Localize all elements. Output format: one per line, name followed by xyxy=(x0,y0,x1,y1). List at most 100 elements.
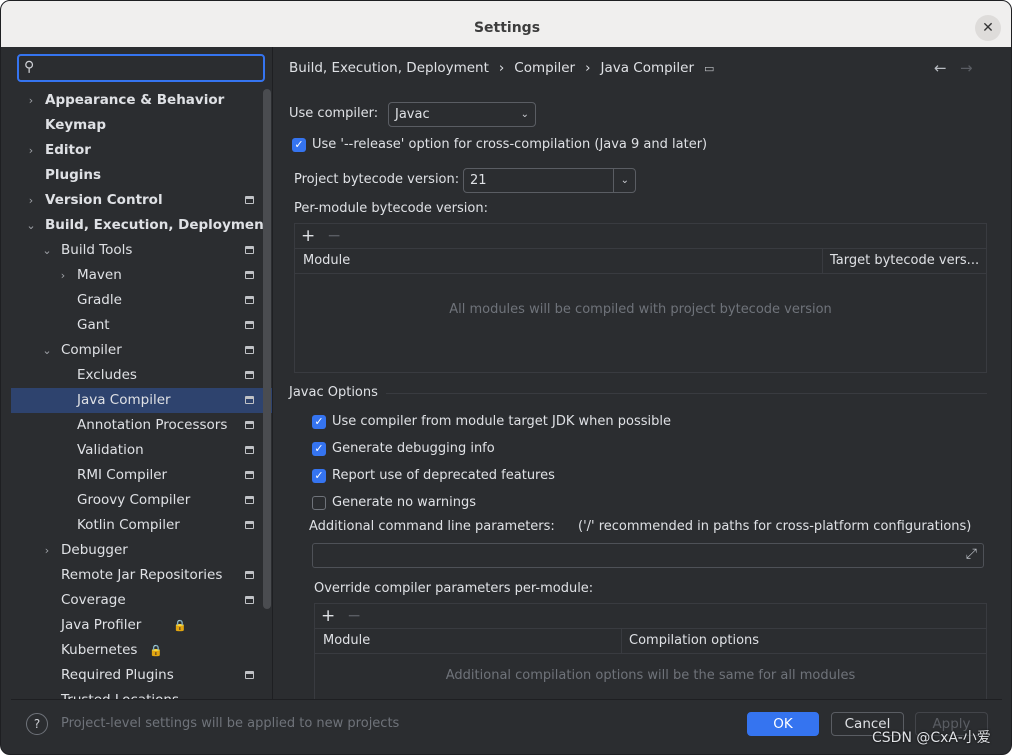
project-scope-icon xyxy=(245,371,254,379)
sidebar-item[interactable]: Excludes xyxy=(11,363,272,388)
sidebar-item-label: Required Plugins xyxy=(61,667,174,683)
column-header-module[interactable]: Module xyxy=(295,249,822,273)
sidebar-item-label: Build Tools xyxy=(61,242,133,258)
sidebar-item[interactable]: Kotlin Compiler xyxy=(11,513,272,538)
chevron-right-icon[interactable]: › xyxy=(57,263,69,288)
override-toolbar: + − xyxy=(315,604,986,629)
add-icon[interactable]: + xyxy=(321,606,335,626)
close-icon[interactable]: ✕ xyxy=(975,15,1001,41)
sidebar-item[interactable]: Trusted Locations xyxy=(11,688,272,699)
sidebar-item-label: Debugger xyxy=(61,542,128,558)
sidebar-item[interactable]: › Version Control xyxy=(11,188,272,213)
footer-note: Project-level settings will be applied t… xyxy=(61,716,400,731)
sidebar-item[interactable]: › Maven xyxy=(11,263,272,288)
sidebar-item-label: Appearance & Behavior xyxy=(45,92,225,108)
column-header-compilation-options[interactable]: Compilation options xyxy=(621,629,987,653)
chevron-down-icon[interactable]: ⌄ xyxy=(41,238,53,263)
sidebar-item-label: Gradle xyxy=(77,292,122,308)
window-title: Settings xyxy=(473,20,541,36)
project-scope-icon xyxy=(245,321,254,329)
ok-button[interactable]: OK xyxy=(747,712,819,736)
javac-option-label: Use compiler from module target JDK when… xyxy=(332,414,671,429)
breadcrumb-item[interactable]: Build, Execution, Deployment xyxy=(289,60,489,76)
sidebar-item[interactable]: Gradle xyxy=(11,288,272,313)
sidebar-item[interactable]: ⌄ Build, Execution, Deployment xyxy=(11,213,272,238)
sidebar-item[interactable]: Remote Jar Repositories xyxy=(11,563,272,588)
sidebar-item[interactable]: RMI Compiler xyxy=(11,463,272,488)
sidebar-item[interactable]: Java Compiler xyxy=(11,388,272,413)
remove-icon[interactable]: − xyxy=(347,606,361,626)
sidebar-item[interactable]: › Debugger xyxy=(11,538,272,563)
sidebar-item[interactable]: Keymap xyxy=(11,113,272,138)
settings-sidebar: ⚲ › Appearance & Behavior Keymap › Editor Plu… xyxy=(11,47,272,699)
chevron-right-icon[interactable]: › xyxy=(41,538,53,563)
override-label: Override compiler parameters per-module: xyxy=(314,581,594,596)
sidebar-item[interactable]: › Editor xyxy=(11,138,272,163)
sidebar-item[interactable]: Kubernetes 🔒 xyxy=(11,638,272,663)
javac-option-label: Generate no warnings xyxy=(332,495,477,510)
sidebar-item[interactable]: Plugins xyxy=(11,163,272,188)
add-icon[interactable]: + xyxy=(301,226,315,246)
bytecode-version-select[interactable]: 21 ⌄ xyxy=(463,168,636,193)
sidebar-item[interactable]: Required Plugins xyxy=(11,663,272,688)
search-icon: ⚲ xyxy=(24,59,35,75)
compiler-select[interactable]: Javac ⌄ xyxy=(388,102,536,127)
sidebar-item-label: Java Compiler xyxy=(77,392,171,408)
bytecode-version-value: 21 xyxy=(470,173,487,188)
sidebar-item[interactable]: Annotation Processors xyxy=(11,413,272,438)
column-header-module[interactable]: Module xyxy=(315,629,621,653)
breadcrumb-item[interactable]: Java Compiler xyxy=(600,60,694,76)
sidebar-item[interactable]: ⌄ Compiler xyxy=(11,338,272,363)
sidebar-item-label: Java Profiler xyxy=(61,617,142,633)
chevron-right-icon[interactable]: › xyxy=(25,88,37,113)
content-panel: Build, Execution, Deployment › Compiler › Ja… xyxy=(273,47,1002,699)
release-option-checkbox[interactable]: ✓ xyxy=(292,138,306,152)
release-option-label: Use '--release' option for cross-compila… xyxy=(312,137,708,152)
title-bar: Settings ✕ xyxy=(1,1,1011,47)
column-header-target[interactable]: Target bytecode vers... xyxy=(822,249,987,273)
sidebar-item-label: Build, Execution, Deployment xyxy=(45,217,271,233)
use-compiler-label: Use compiler: xyxy=(289,106,379,121)
sidebar-item-label: Kotlin Compiler xyxy=(77,517,180,533)
breadcrumb-separator: › xyxy=(498,60,505,76)
sidebar-item-label: Maven xyxy=(77,267,122,283)
sidebar-item[interactable]: ⌄ Build Tools xyxy=(11,238,272,263)
chevron-right-icon[interactable]: › xyxy=(25,188,37,213)
sidebar-item-label: Compiler xyxy=(61,342,122,358)
expand-icon[interactable]: ⤢ xyxy=(966,546,977,562)
sidebar-item-label: Plugins xyxy=(45,167,102,183)
chevron-down-icon[interactable]: ⌄ xyxy=(25,213,37,238)
sidebar-item[interactable]: Java Profiler 🔒 xyxy=(11,613,272,638)
sidebar-item-label: Editor xyxy=(45,142,91,158)
project-scope-icon xyxy=(245,496,254,504)
project-scope-icon xyxy=(245,246,254,254)
breadcrumb-item[interactable]: Compiler xyxy=(514,60,575,76)
chevron-right-icon[interactable]: › xyxy=(25,138,37,163)
combo-separator xyxy=(613,169,614,192)
javac-option-checkbox[interactable]: ✓ xyxy=(312,469,326,483)
settings-window: Settings ✕ ⚲ › Appearance & Behavior Keyma… xyxy=(0,0,1012,755)
per-module-header: Module Target bytecode vers... xyxy=(295,249,986,274)
remove-icon[interactable]: − xyxy=(327,226,341,246)
project-scope-icon xyxy=(245,296,254,304)
additional-params-input[interactable]: ⤢ xyxy=(312,543,984,568)
sidebar-item[interactable]: Validation xyxy=(11,438,272,463)
forward-arrow-icon[interactable]: → xyxy=(960,59,973,77)
javac-option-checkbox[interactable]: ✓ xyxy=(312,415,326,429)
project-scope-icon xyxy=(245,421,254,429)
search-input[interactable]: ⚲ xyxy=(17,54,265,82)
sidebar-scrollbar[interactable] xyxy=(263,89,271,609)
chevron-down-icon[interactable]: ⌄ xyxy=(41,338,53,363)
override-header: Module Compilation options xyxy=(315,629,986,654)
project-scope-icon: ▭ xyxy=(704,62,715,75)
javac-option-checkbox[interactable] xyxy=(312,496,326,510)
sidebar-item[interactable]: Groovy Compiler xyxy=(11,488,272,513)
project-scope-icon xyxy=(245,346,254,354)
sidebar-item[interactable]: › Appearance & Behavior xyxy=(11,88,272,113)
sidebar-item[interactable]: Coverage xyxy=(11,588,272,613)
sidebar-item[interactable]: Gant xyxy=(11,313,272,338)
back-arrow-icon[interactable]: ← xyxy=(934,59,947,77)
javac-option-checkbox[interactable]: ✓ xyxy=(312,442,326,456)
group-separator xyxy=(386,393,987,394)
help-icon[interactable]: ? xyxy=(26,713,48,735)
